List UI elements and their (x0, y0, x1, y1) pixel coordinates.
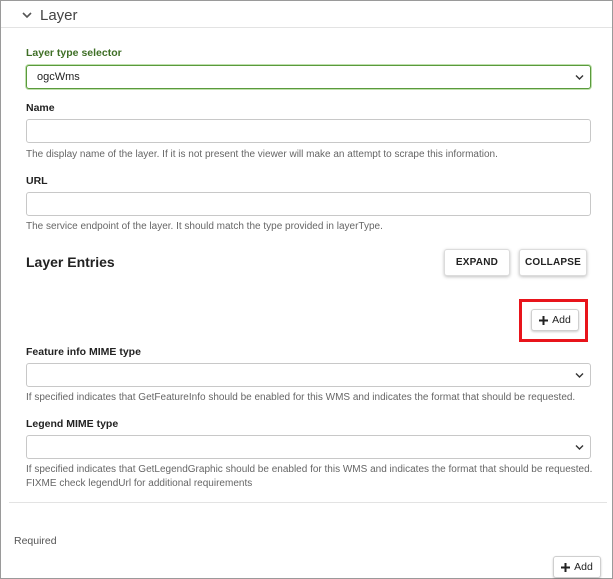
chevron-down-icon (575, 373, 584, 378)
highlight-box (519, 299, 588, 342)
add-label: Add (574, 561, 593, 573)
chevron-down-icon[interactable] (21, 10, 33, 20)
divider (9, 502, 607, 503)
layer-type-select[interactable]: ogcWms (26, 65, 591, 89)
layer-entries-title: Layer Entries (26, 254, 115, 270)
name-label: Name (26, 102, 55, 114)
name-help: The display name of the layer. If it is … (26, 149, 498, 160)
feature-info-select[interactable] (26, 363, 591, 387)
layer-form-panel: Layer Layer type selector ogcWms Name Th… (0, 0, 613, 579)
layer-type-value: ogcWms (37, 71, 80, 83)
legend-help: If specified indicates that GetLegendGra… (26, 464, 593, 489)
feature-info-label: Feature info MIME type (26, 346, 141, 358)
section-title: Layer (40, 7, 78, 24)
name-input[interactable] (26, 119, 591, 143)
url-input[interactable] (26, 192, 591, 216)
required-label: Required (14, 535, 57, 547)
legend-label: Legend MIME type (26, 418, 119, 430)
feature-info-help: If specified indicates that GetFeatureIn… (26, 392, 576, 403)
url-label: URL (26, 175, 48, 187)
url-help: The service endpoint of the layer. It sh… (26, 221, 383, 232)
expand-button[interactable]: EXPAND (444, 249, 510, 276)
collapse-button[interactable]: COLLAPSE (519, 249, 587, 276)
legend-select[interactable] (26, 435, 591, 459)
plus-icon (561, 562, 571, 572)
layer-section-header[interactable]: Layer (1, 1, 612, 28)
add-button[interactable]: Add (553, 556, 601, 578)
layer-type-label: Layer type selector (26, 47, 122, 59)
chevron-down-icon (575, 75, 584, 80)
chevron-down-icon (575, 445, 584, 450)
